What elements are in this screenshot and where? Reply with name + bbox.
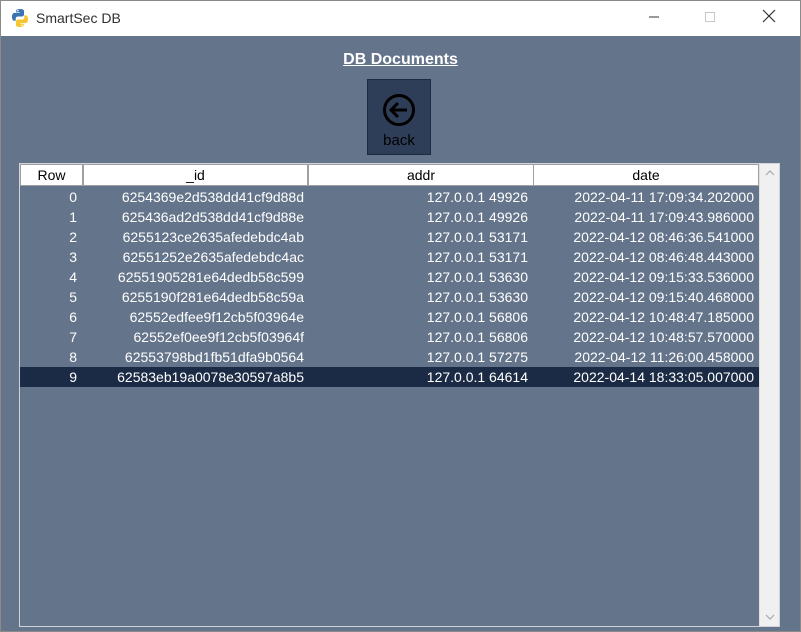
date: 2022-04-11 17:09:34.202000 xyxy=(574,189,754,205)
document-id: 62551905281e64dedb58c599 xyxy=(117,269,304,285)
date: 2022-04-12 09:15:40.468000 xyxy=(573,289,754,305)
date: 2022-04-14 18:33:05.007000 xyxy=(573,369,754,385)
table-row[interactable]: 5 6255190f281e64dedb58c59a 127.0.0.1 536… xyxy=(20,287,759,307)
address: 127.0.0.1 57275 xyxy=(426,349,528,365)
table-row[interactable]: 3 62551252e2635afedebdc4ac 127.0.0.1 531… xyxy=(20,247,759,267)
address: 127.0.0.1 53171 xyxy=(426,229,528,245)
table-row[interactable]: 0 6254369e2d538dd41cf9d88d 127.0.0.1 499… xyxy=(20,187,759,207)
address: 127.0.0.1 56806 xyxy=(426,309,528,325)
date: 2022-04-12 08:46:48.443000 xyxy=(573,249,754,265)
close-button[interactable] xyxy=(746,1,792,36)
table-row[interactable]: 4 62551905281e64dedb58c599 127.0.0.1 536… xyxy=(20,267,759,287)
column-header-row[interactable]: Row xyxy=(20,164,83,186)
document-id: 62553798bd1fb51dfa9b0564 xyxy=(124,349,304,365)
close-icon xyxy=(762,9,776,28)
address: 127.0.0.1 53630 xyxy=(426,289,528,305)
date: 2022-04-12 09:15:33.536000 xyxy=(573,269,754,285)
document-id: 62552ef0ee9f12cb5f03964f xyxy=(133,329,305,345)
minimize-button[interactable] xyxy=(631,1,677,36)
address: 127.0.0.1 64614 xyxy=(426,369,528,385)
table-row[interactable]: 7 62552ef0ee9f12cb5f03964f 127.0.0.1 568… xyxy=(20,327,759,347)
address: 127.0.0.1 56806 xyxy=(426,329,528,345)
document-id: 6255190f281e64dedb58c59a xyxy=(121,289,304,305)
row-index: 7 xyxy=(69,329,77,345)
address: 127.0.0.1 53630 xyxy=(426,269,528,285)
chevron-up-icon xyxy=(765,164,775,182)
date: 2022-04-12 11:26:00.458000 xyxy=(574,349,754,365)
document-id: 6254369e2d538dd41cf9d88d xyxy=(121,189,304,205)
maximize-icon xyxy=(704,10,716,28)
table-row[interactable]: 2 6255123ce2635afedebdc4ab 127.0.0.1 531… xyxy=(20,227,759,247)
table-body: 0 6254369e2d538dd41cf9d88d 127.0.0.1 499… xyxy=(20,187,759,387)
title-bar[interactable]: SmartSec DB xyxy=(1,1,800,36)
back-button-label: back xyxy=(383,132,415,149)
app-window: SmartSec DB DB Documents back Row _id ad… xyxy=(0,0,801,632)
window-title: SmartSec DB xyxy=(36,10,121,26)
document-id: 6255123ce2635afedebdc4ab xyxy=(122,229,304,245)
chevron-down-icon xyxy=(765,608,775,626)
address: 127.0.0.1 49926 xyxy=(426,209,528,225)
row-index: 2 xyxy=(69,229,77,245)
arrow-left-circle-icon xyxy=(382,93,416,132)
row-index: 0 xyxy=(69,189,77,205)
date: 2022-04-11 17:09:43.986000 xyxy=(574,209,754,225)
table-row[interactable]: 1 625436ad2d538dd41cf9d88e 127.0.0.1 499… xyxy=(20,207,759,227)
row-index: 3 xyxy=(69,249,77,265)
date: 2022-04-12 10:48:57.570000 xyxy=(573,329,754,345)
column-header-date[interactable]: date xyxy=(533,164,759,186)
minimize-icon xyxy=(648,10,660,28)
table-header: Row _id addr date xyxy=(20,164,759,187)
row-index: 9 xyxy=(69,369,77,385)
row-index: 1 xyxy=(69,209,77,225)
row-index: 8 xyxy=(69,349,77,365)
maximize-button[interactable] xyxy=(687,1,733,36)
column-header-addr[interactable]: addr xyxy=(308,164,534,186)
document-id: 62552edfee9f12cb5f03964e xyxy=(129,309,304,325)
row-index: 6 xyxy=(69,309,77,325)
vertical-scrollbar[interactable] xyxy=(759,164,779,626)
date: 2022-04-12 10:48:47.185000 xyxy=(573,309,754,325)
python-icon xyxy=(10,8,30,28)
scroll-up-button[interactable] xyxy=(760,164,779,182)
row-index: 5 xyxy=(69,289,77,305)
address: 127.0.0.1 53171 xyxy=(426,249,528,265)
document-id: 62583eb19a0078e30597a8b5 xyxy=(117,369,304,385)
table-row-selected[interactable]: 9 62583eb19a0078e30597a8b5 127.0.0.1 646… xyxy=(20,367,759,387)
document-id: 625436ad2d538dd41cf9d88e xyxy=(121,209,304,225)
address: 127.0.0.1 49926 xyxy=(426,189,528,205)
back-button[interactable]: back xyxy=(367,79,431,155)
documents-table[interactable]: Row _id addr date 0 6254369e2d538dd41cf9… xyxy=(19,163,780,627)
table-row[interactable]: 6 62552edfee9f12cb5f03964e 127.0.0.1 568… xyxy=(20,307,759,327)
document-id: 62551252e2635afedebdc4ac xyxy=(122,249,304,265)
column-header-id[interactable]: _id xyxy=(83,164,308,186)
scroll-down-button[interactable] xyxy=(760,608,779,626)
table-row[interactable]: 8 62553798bd1fb51dfa9b0564 127.0.0.1 572… xyxy=(20,347,759,367)
page-title: DB Documents xyxy=(343,51,458,68)
row-index: 4 xyxy=(69,269,77,285)
date: 2022-04-12 08:46:36.541000 xyxy=(573,229,754,245)
